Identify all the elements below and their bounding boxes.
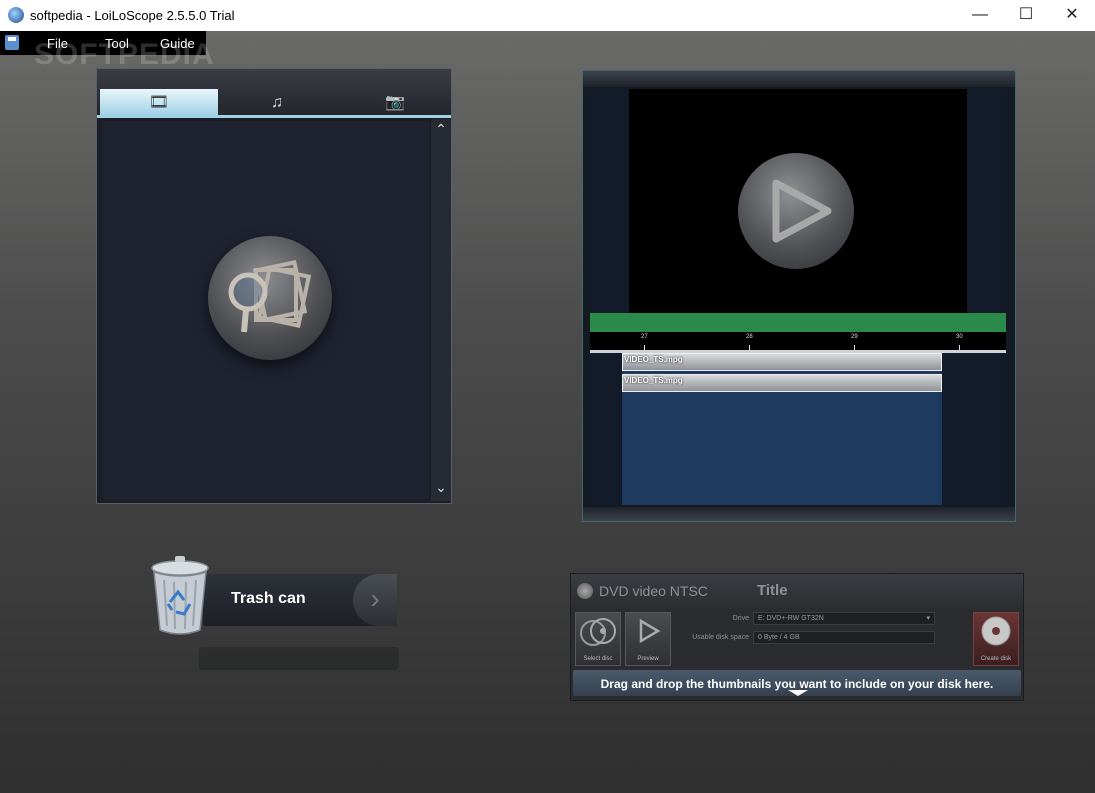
title-bar: softpedia - LoiLoScope 2.5.5.0 Trial — ☐… [0, 0, 1095, 32]
drive-value: E: DVD+-RW GT32N [758, 615, 824, 622]
ruler-tick-label: 29 [851, 334, 858, 340]
select-disc-icon [580, 618, 616, 646]
timeline-clip[interactable]: VIDEO_TS.mpg [622, 374, 942, 392]
drive-label: Drive [732, 615, 749, 622]
music-icon: ♫ [271, 94, 283, 111]
video-screen[interactable] [629, 89, 967, 313]
scroll-down-icon[interactable]: ⌄ [431, 479, 451, 496]
expand-caret-icon[interactable] [788, 690, 808, 696]
play-button[interactable] [738, 153, 854, 269]
clip-name: VIDEO_TS.mpg [624, 355, 683, 364]
video-frame [590, 89, 1006, 313]
window-title: softpedia - LoiLoScope 2.5.5.0 Trial [30, 8, 235, 23]
create-disc-icon [981, 616, 1011, 646]
tab-music[interactable]: ♫ [218, 89, 336, 116]
chevron-down-icon: ▾ [926, 615, 930, 622]
scroll-up-icon[interactable]: ⌃ [431, 121, 451, 138]
timeline-area[interactable]: VIDEO_TS.mpg VIDEO_TS.mpg [590, 353, 1006, 505]
app-icon [8, 7, 24, 23]
ruler-tick-label: 28 [746, 334, 753, 340]
disc-drop-zone[interactable]: Drag and drop the thumbnails you want to… [573, 670, 1021, 696]
drive-select[interactable]: E: DVD+-RW GT32N ▾ [753, 612, 935, 625]
trash-arrow-icon[interactable]: › [353, 574, 397, 626]
preview-panel: 27 28 29 30 VIDEO_TS.mpg VIDEO_TS.mpg [582, 70, 1016, 522]
usable-space-field: 0 Byte / 4 GB [753, 631, 935, 644]
disc-format[interactable]: DVD video NTSC [599, 583, 708, 599]
disc-panel: DVD video NTSC Title Select disc Preview… [570, 573, 1024, 701]
minimize-button[interactable]: — [957, 0, 1003, 31]
time-ruler[interactable]: 27 28 29 30 [590, 332, 1006, 350]
close-button[interactable]: ✕ [1049, 0, 1095, 31]
camera-icon: 📷 [385, 94, 405, 111]
ruler-tick-label: 30 [956, 334, 963, 340]
create-disc-button[interactable]: Create disk [973, 612, 1019, 666]
usable-space-value: 0 Byte / 4 GB [758, 634, 800, 641]
disc-title[interactable]: Title [757, 582, 788, 599]
tab-underline [97, 115, 451, 118]
media-scrollbar[interactable]: ⌃ ⌄ [431, 119, 451, 501]
usable-space-label: Usable disk space [692, 634, 749, 641]
preview-top-border [583, 71, 1015, 87]
maximize-button[interactable]: ☐ [1003, 0, 1049, 31]
preview-bottom-border [583, 507, 1015, 521]
trash-can-label: Trash can [231, 590, 306, 607]
browse-media-button[interactable] [208, 236, 332, 360]
clip-name: VIDEO_TS.mpg [624, 376, 683, 385]
ruler-tick-label: 27 [641, 334, 648, 340]
softpedia-watermark: SOFTPEDIA [34, 38, 215, 71]
film-icon: 🎞 [148, 94, 170, 111]
browse-photos-icon [228, 260, 312, 333]
trash-can-area[interactable]: Trash can › [203, 574, 397, 626]
save-icon[interactable] [5, 35, 19, 50]
disc-icon [577, 583, 593, 599]
tab-photo[interactable]: 📷 [336, 89, 454, 116]
scene-bar[interactable] [590, 313, 1006, 332]
trash-can-icon[interactable] [150, 556, 210, 636]
trash-drop-slot [199, 647, 399, 670]
timeline-clip[interactable]: VIDEO_TS.mpg [622, 353, 942, 371]
media-browser-panel: 🎞 ♫ 📷 ⌃ ⌄ [96, 68, 452, 504]
select-disc-label: Select disc [583, 656, 613, 662]
media-tab-bar: 🎞 ♫ 📷 [97, 69, 454, 118]
disc-header: DVD video NTSC Title [571, 574, 1023, 608]
drop-hint-text: Drag and drop the thumbnails you want to… [600, 677, 994, 691]
media-list-area[interactable] [103, 121, 429, 499]
tab-video[interactable]: 🎞 [100, 89, 218, 116]
play-icon [772, 179, 832, 243]
select-disc-button[interactable]: Select disc [575, 612, 621, 666]
preview-label: Preview [637, 656, 659, 662]
create-disc-label: Create disk [980, 656, 1012, 662]
